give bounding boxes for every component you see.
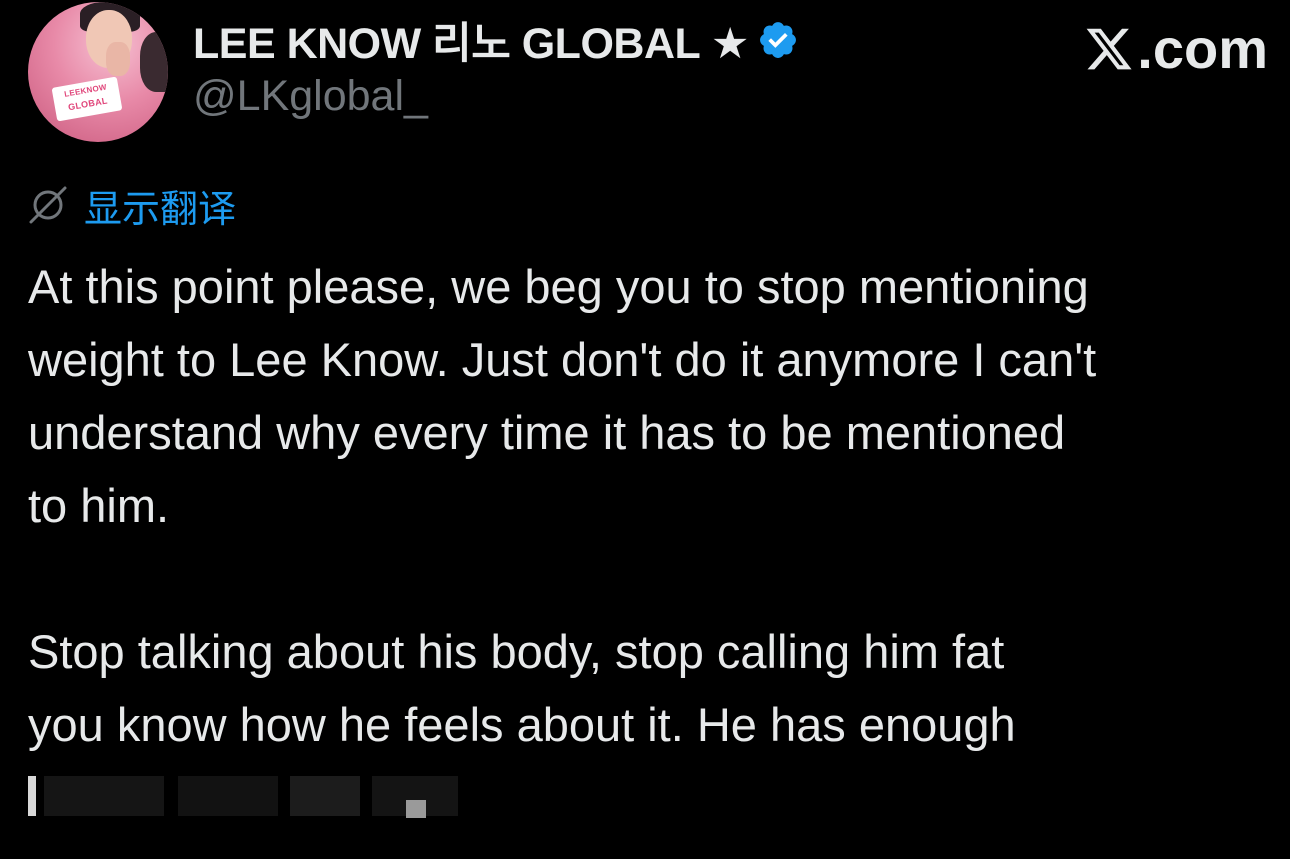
x-logo-icon <box>1086 28 1132 69</box>
cutoff-glyph <box>178 776 278 816</box>
translate-row[interactable]: 显示翻译 <box>28 178 236 233</box>
globe-translate-icon <box>29 186 67 224</box>
brand-domain: .com <box>1137 17 1268 80</box>
verified-badge-icon <box>760 22 796 58</box>
cutoff-glyph <box>28 776 36 816</box>
tweet-header: LEEKNOW GLOBAL LEE KNOW 리노 GLOBAL ★ @LKg… <box>28 0 1268 150</box>
avatar[interactable]: LEEKNOW GLOBAL <box>28 2 168 142</box>
show-translation-link[interactable]: 显示翻译 <box>84 178 236 233</box>
tweet-paragraph-1: At this point please, we beg you to stop… <box>28 260 1097 532</box>
cutoff-glyph <box>406 800 426 818</box>
tweet-text: At this point please, we beg you to stop… <box>28 250 1278 761</box>
avatar-logo: LEEKNOW GLOBAL <box>51 76 123 122</box>
avatar-side-figure <box>140 32 168 92</box>
name-row: LEE KNOW 리노 GLOBAL ★ <box>193 14 799 68</box>
avatar-hand <box>106 42 130 76</box>
display-name[interactable]: LEE KNOW 리노 GLOBAL ★ <box>193 9 749 71</box>
cutoff-glyph <box>290 776 360 816</box>
account-handle[interactable]: @LKglobal_ <box>193 72 428 121</box>
tweet-paragraph-2: Stop talking about his body, stop callin… <box>28 625 1016 751</box>
cutoff-text-line <box>28 770 458 822</box>
cutoff-glyph <box>44 776 164 816</box>
x-brand[interactable]: .com <box>1083 16 1268 81</box>
